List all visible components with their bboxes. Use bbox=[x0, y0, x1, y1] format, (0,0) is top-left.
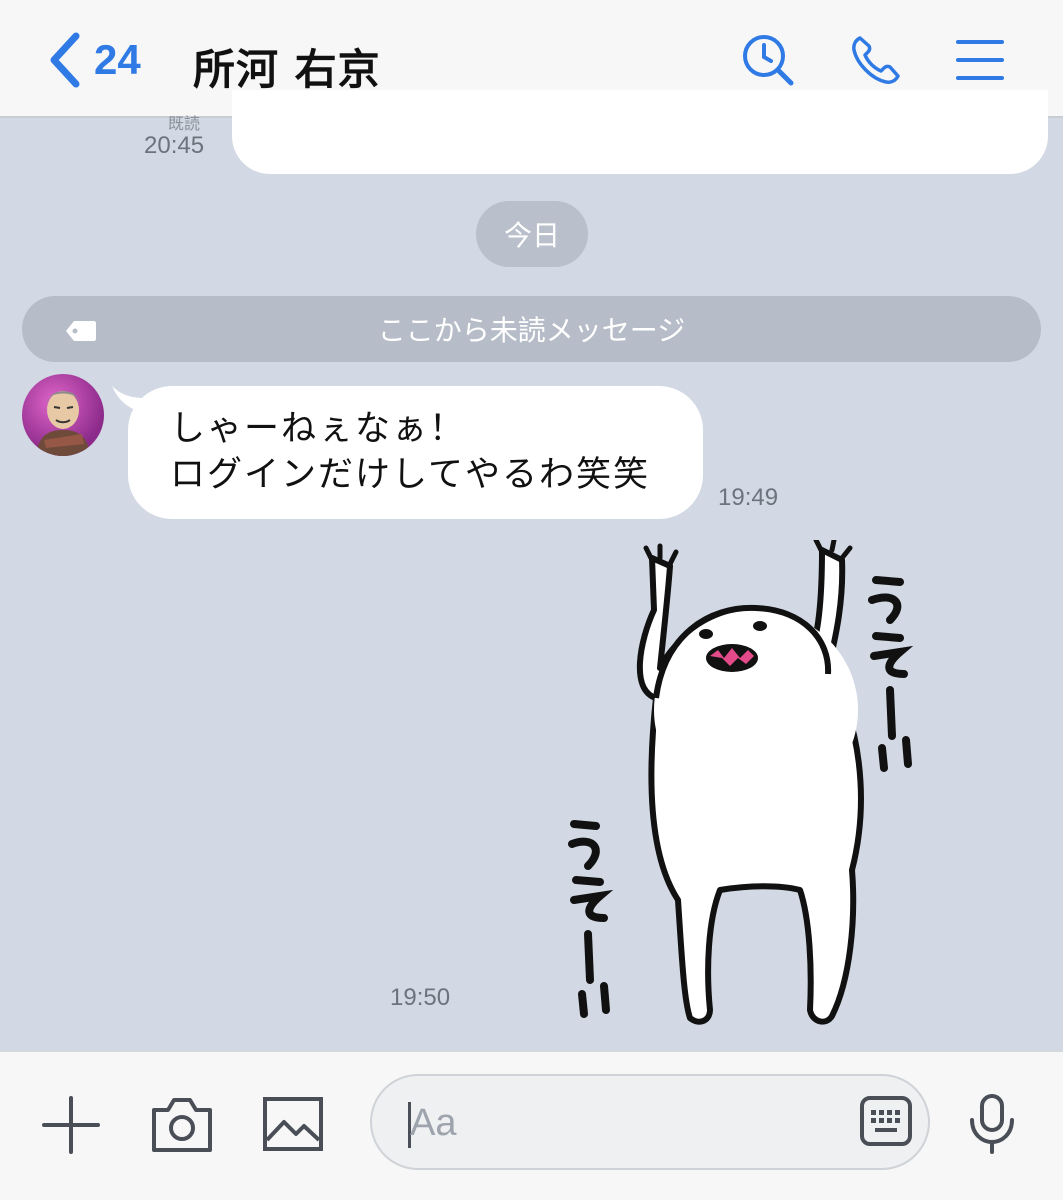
date-separator: 今日 bbox=[476, 201, 588, 267]
avatar[interactable] bbox=[22, 374, 104, 456]
read-receipt: 既読 bbox=[168, 114, 201, 133]
keyboard-icon[interactable] bbox=[860, 1096, 912, 1150]
search-history-icon[interactable] bbox=[740, 32, 796, 88]
unread-count: 24 bbox=[94, 36, 141, 83]
message-time: 19:50 bbox=[390, 984, 451, 1011]
message-time: 19:49 bbox=[718, 484, 779, 511]
image-icon[interactable] bbox=[262, 1094, 324, 1158]
phone-icon[interactable] bbox=[848, 32, 904, 88]
unread-label: ここから未読メッセージ bbox=[377, 314, 686, 347]
previous-message-bubble[interactable] bbox=[232, 90, 1048, 174]
unread-divider: ここから未読メッセージ bbox=[22, 296, 1041, 362]
message-line: しゃーねぇなぁ！ bbox=[170, 409, 467, 449]
microphone-icon[interactable] bbox=[966, 1092, 1018, 1160]
message-input-field[interactable] bbox=[370, 1074, 930, 1170]
back-button[interactable]: 24 bbox=[48, 32, 141, 88]
message-time: 20:45 bbox=[144, 132, 205, 159]
incoming-message-bubble[interactable]: しゃーねぇなぁ！ ログインだけしてやるわ笑笑 bbox=[128, 386, 703, 519]
back-chevron-icon bbox=[48, 32, 80, 88]
tag-icon bbox=[64, 317, 98, 350]
message-line: ログインだけしてやるわ笑笑 bbox=[170, 455, 650, 495]
cheering-creature-sticker[interactable] bbox=[560, 537, 940, 1030]
menu-icon[interactable] bbox=[952, 32, 1008, 88]
message-input-bar bbox=[0, 1050, 1063, 1200]
camera-icon[interactable] bbox=[150, 1094, 214, 1158]
chat-title: 所河 右京 bbox=[193, 45, 381, 94]
plus-icon[interactable] bbox=[40, 1094, 102, 1160]
message-input[interactable] bbox=[408, 1100, 852, 1146]
